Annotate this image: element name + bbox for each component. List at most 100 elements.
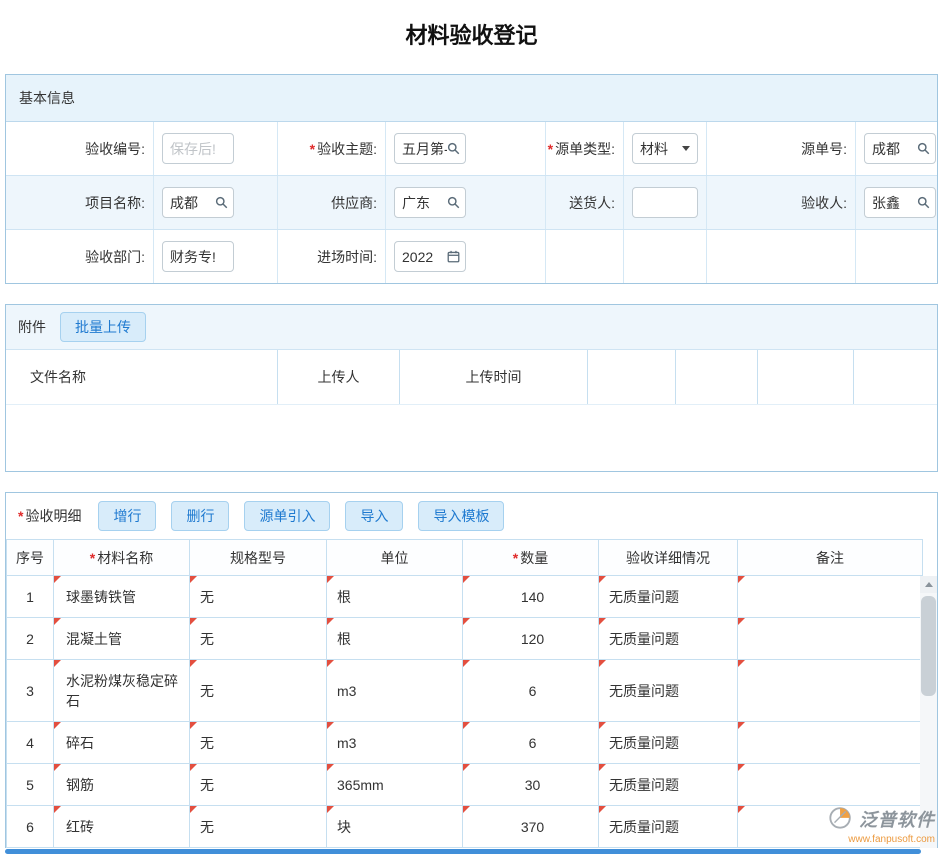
source-no-input[interactable]	[872, 141, 917, 157]
detail-header: *验收明细 增行 删行 源单引入 导入 导入模板	[6, 493, 937, 539]
acceptance-no-input-box[interactable]	[162, 133, 234, 164]
cell-material-name[interactable]: 碎石	[54, 722, 190, 764]
cell-material-name[interactable]: 红砖	[54, 806, 190, 848]
cell-unit[interactable]: 根	[327, 618, 463, 660]
cell-qty[interactable]: 30	[463, 764, 599, 806]
empty-column-header	[588, 350, 676, 404]
entry-time-input[interactable]	[402, 249, 447, 265]
subject-input-box[interactable]	[394, 133, 466, 164]
search-icon[interactable]	[917, 196, 930, 209]
uploader-column-header: 上传人	[278, 350, 400, 404]
cell-status[interactable]: 无质量问题	[599, 576, 738, 618]
fanpu-logo-icon	[827, 804, 855, 833]
source-no-label: 源单号:	[707, 122, 856, 175]
col-material-name-header: *材料名称	[54, 540, 190, 576]
table-row: 2 混凝土管 无 根 120 无质量问题	[7, 618, 923, 660]
cell-spec[interactable]: 无	[190, 722, 327, 764]
source-type-value: 材料	[640, 139, 668, 159]
cell-status[interactable]: 无质量问题	[599, 660, 738, 722]
dropdown-arrow-icon	[682, 146, 690, 151]
page-title: 材料验收登记	[0, 18, 943, 50]
acceptance-no-input[interactable]	[170, 141, 228, 157]
cell-qty[interactable]: 120	[463, 618, 599, 660]
subject-input[interactable]	[402, 141, 447, 157]
cell-qty[interactable]: 6	[463, 722, 599, 764]
cell-unit[interactable]: 365mm	[327, 764, 463, 806]
source-no-cell	[856, 122, 943, 175]
cell-spec[interactable]: 无	[190, 660, 327, 722]
search-icon[interactable]	[447, 196, 460, 209]
cell-material-name[interactable]: 混凝土管	[54, 618, 190, 660]
import-template-button[interactable]: 导入模板	[418, 501, 504, 531]
cell-row-no: 2	[7, 618, 54, 660]
col-remark-header: 备注	[738, 540, 923, 576]
add-row-button[interactable]: 增行	[98, 501, 156, 531]
search-icon[interactable]	[447, 142, 460, 155]
department-input-box[interactable]	[162, 241, 234, 272]
search-icon[interactable]	[215, 196, 228, 209]
department-input[interactable]	[170, 249, 228, 265]
calendar-icon[interactable]	[447, 250, 460, 263]
cell-material-name[interactable]: 球墨铸铁管	[54, 576, 190, 618]
project-name-input[interactable]	[170, 195, 215, 211]
empty-cell	[856, 230, 937, 283]
source-type-select[interactable]: 材料	[632, 133, 698, 164]
table-row: 6 红砖 无 块 370 无质量问题	[7, 806, 923, 848]
acceptor-input[interactable]	[872, 195, 917, 211]
cell-status[interactable]: 无质量问题	[599, 618, 738, 660]
entry-time-input-box[interactable]	[394, 241, 466, 272]
entry-time-label: 进场时间:	[278, 230, 386, 283]
cell-status[interactable]: 无质量问题	[599, 722, 738, 764]
cell-unit[interactable]: 根	[327, 576, 463, 618]
cell-spec[interactable]: 无	[190, 806, 327, 848]
supplier-cell	[386, 176, 546, 229]
cell-qty[interactable]: 140	[463, 576, 599, 618]
detail-table: 序号 *材料名称 规格型号 单位 *数量 验收详细情况 备注 1 球墨铸铁管 无…	[6, 539, 923, 848]
col-status-header: 验收详细情况	[599, 540, 738, 576]
cell-status[interactable]: 无质量问题	[599, 806, 738, 848]
cell-unit[interactable]: 块	[327, 806, 463, 848]
cell-material-name[interactable]: 水泥粉煤灰稳定碎石	[54, 660, 190, 722]
supplier-input[interactable]	[402, 195, 447, 211]
cell-remark[interactable]	[738, 576, 923, 618]
deliverer-input[interactable]	[640, 195, 692, 211]
deliverer-cell	[624, 176, 707, 229]
horizontal-scrollbar[interactable]	[5, 849, 921, 854]
cell-unit[interactable]: m3	[327, 722, 463, 764]
empty-column-header	[676, 350, 758, 404]
attachments-title: 附件	[18, 317, 46, 337]
cell-spec[interactable]: 无	[190, 576, 327, 618]
cell-remark[interactable]	[738, 660, 923, 722]
label-text: 项目名称:	[85, 193, 145, 213]
cell-status[interactable]: 无质量问题	[599, 764, 738, 806]
cell-unit[interactable]: m3	[327, 660, 463, 722]
table-row: 1 球墨铸铁管 无 根 140 无质量问题	[7, 576, 923, 618]
scrollbar-thumb[interactable]	[921, 596, 936, 696]
cell-remark[interactable]	[738, 764, 923, 806]
department-label: 验收部门:	[6, 230, 154, 283]
cell-qty[interactable]: 370	[463, 806, 599, 848]
empty-column-header	[854, 350, 937, 404]
cell-remark[interactable]	[738, 618, 923, 660]
col-no-header: 序号	[7, 540, 54, 576]
detail-header-row: 序号 *材料名称 规格型号 单位 *数量 验收详细情况 备注	[7, 540, 923, 576]
label-text: 源单号:	[801, 139, 847, 159]
watermark: 泛普软件 www.fanpusoft.com	[827, 804, 935, 845]
cell-spec[interactable]: 无	[190, 618, 327, 660]
source-import-button[interactable]: 源单引入	[244, 501, 330, 531]
source-no-input-box[interactable]	[864, 133, 936, 164]
delete-row-button[interactable]: 删行	[171, 501, 229, 531]
project-name-input-box[interactable]	[162, 187, 234, 218]
batch-upload-button[interactable]: 批量上传	[60, 312, 146, 342]
deliverer-input-box[interactable]	[632, 187, 698, 218]
scroll-up-button[interactable]	[920, 576, 937, 593]
cell-material-name[interactable]: 钢筋	[54, 764, 190, 806]
cell-remark[interactable]	[738, 722, 923, 764]
cell-qty[interactable]: 6	[463, 660, 599, 722]
search-icon[interactable]	[917, 142, 930, 155]
cell-spec[interactable]: 无	[190, 764, 327, 806]
acceptor-input-box[interactable]	[864, 187, 936, 218]
import-button[interactable]: 导入	[345, 501, 403, 531]
subject-label: *验收主题:	[278, 122, 386, 175]
supplier-input-box[interactable]	[394, 187, 466, 218]
